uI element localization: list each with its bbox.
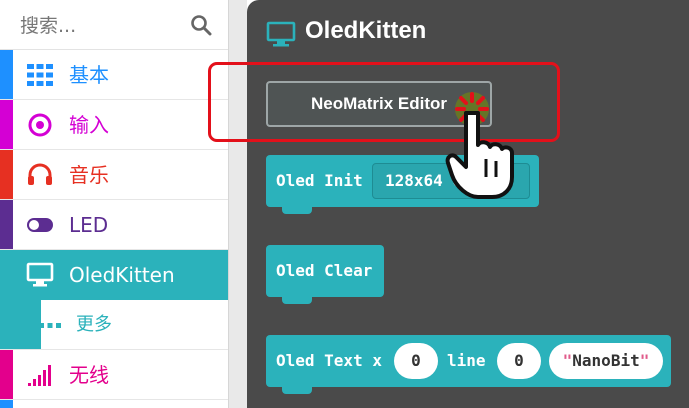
- category-radio[interactable]: 无线: [0, 350, 228, 400]
- category-color-bar: [0, 400, 13, 408]
- text-value: NanoBit: [572, 351, 640, 370]
- text-value-input[interactable]: "NanoBit": [549, 343, 663, 379]
- category-input[interactable]: 输入: [0, 100, 228, 150]
- block-notch: [282, 296, 312, 304]
- category-label: LED: [69, 213, 109, 237]
- category-label: 无线: [69, 363, 109, 387]
- grid-icon: [27, 64, 53, 86]
- category-color-bar: [0, 300, 41, 349]
- category-color-bar: [0, 50, 13, 99]
- category-color-bar: [0, 100, 13, 149]
- target-icon: [28, 113, 52, 137]
- search-icon[interactable]: [190, 14, 212, 36]
- category-label: 输入: [69, 113, 109, 137]
- hand-cursor-icon: [445, 92, 514, 199]
- category-color-bar: [0, 350, 13, 399]
- block-label: Oled Text x: [276, 351, 382, 370]
- x-value-input[interactable]: 0: [394, 343, 438, 379]
- category-label: OledKitten: [69, 263, 175, 287]
- monitor-icon: [266, 21, 296, 47]
- category-color-bar: [0, 200, 13, 249]
- category-label: 基本: [69, 63, 109, 87]
- quote-close-icon: ": [639, 351, 650, 370]
- block-label: Oled Clear: [276, 261, 373, 280]
- search-input[interactable]: [18, 12, 192, 40]
- category-more[interactable]: 更多: [0, 300, 228, 350]
- block-notch: [282, 206, 312, 214]
- category-oledkitten[interactable]: OledKitten: [0, 250, 228, 300]
- block-label: Oled Init: [276, 171, 363, 190]
- toggle-icon: [27, 218, 53, 232]
- oled-clear-block[interactable]: Oled Clear: [266, 245, 384, 304]
- line-value-input[interactable]: 0: [497, 343, 541, 379]
- category-label: 音乐: [69, 163, 109, 187]
- quote-open-icon: ": [562, 351, 573, 370]
- signal-icon: [28, 365, 51, 386]
- toolbox-sidebar: 基本 输入 音乐 LED OledKi: [0, 0, 229, 408]
- oled-text-block[interactable]: Oled Text x 0 line 0 "NanoBit": [266, 335, 671, 394]
- flyout-title: OledKitten: [305, 17, 427, 44]
- monitor-icon: [26, 262, 54, 287]
- block-notch: [282, 386, 312, 394]
- category-music[interactable]: 音乐: [0, 150, 228, 200]
- category-basic[interactable]: 基本: [0, 50, 228, 100]
- search-bar: [0, 0, 228, 50]
- headphones-icon: [28, 163, 52, 185]
- more-icon: [39, 323, 61, 328]
- category-color-bar: [0, 150, 13, 199]
- category-led[interactable]: LED: [0, 200, 228, 250]
- block-label: line: [447, 351, 486, 370]
- category-label: 更多: [76, 314, 112, 335]
